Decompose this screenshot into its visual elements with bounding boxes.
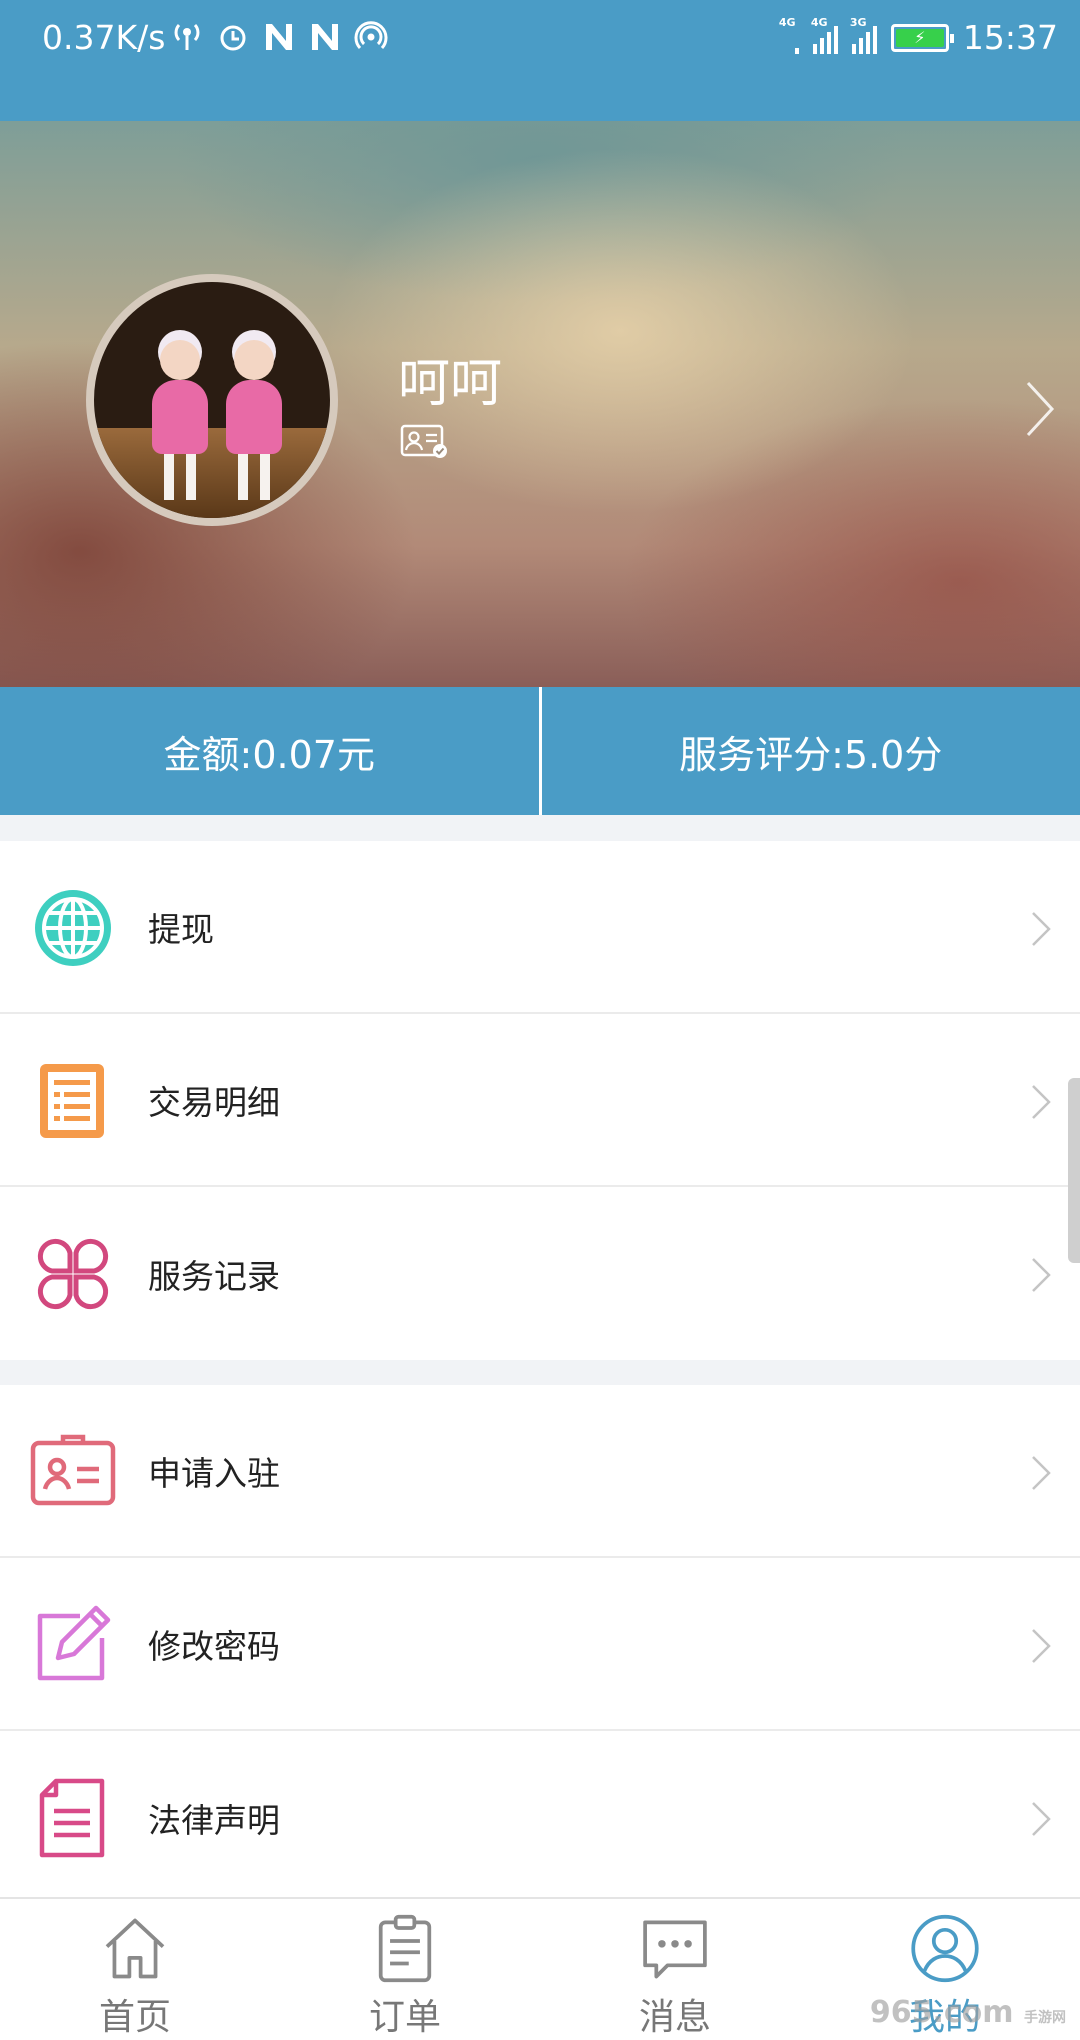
tab-profile[interactable]: 我的 965.com 手游网 [810, 1899, 1080, 2040]
menu-label: 提现 [148, 909, 214, 949]
id-card-verified-icon [400, 424, 447, 458]
hotspot-icon [174, 23, 200, 50]
tab-label: 消息 [638, 1997, 711, 2038]
network-speed: 0.37K/s [42, 18, 166, 57]
chevron-right-icon [1032, 912, 1051, 946]
signal-icon: 3G [850, 16, 877, 54]
status-bar: 0.37K/s 4G 4G 3G ⚡ 15:37 [0, 0, 1080, 121]
tab-label: 首页 [98, 1997, 171, 2038]
chevron-right-icon [1032, 1258, 1051, 1292]
tab-messages[interactable]: 消息 [540, 1899, 810, 2040]
user-profile-icon [911, 1914, 979, 1983]
order-clipboard-icon [378, 1914, 432, 1983]
chevron-right-icon [1032, 1629, 1051, 1663]
stats-bar: 金额:0.07元 服务评分:5.0分 [0, 687, 1080, 815]
menu-label: 修改密码 [148, 1626, 280, 1666]
avatar[interactable] [86, 274, 338, 526]
menu-label: 法律声明 [148, 1800, 280, 1840]
alarm-icon [220, 25, 246, 51]
legal-document-icon [39, 1778, 105, 1858]
tab-orders[interactable]: 订单 [270, 1899, 540, 2040]
document-list-icon [40, 1064, 104, 1138]
menu-item-change-password[interactable]: 修改密码 [0, 1558, 1080, 1731]
profile-header[interactable]: 呵呵 [0, 121, 1080, 687]
bottom-tab-bar: 首页 订单 消息 我的 965.com 手游网 [0, 1897, 1080, 2040]
globe-icon [35, 890, 111, 966]
signal-icon: 4G [779, 16, 799, 54]
chevron-right-icon[interactable] [1022, 379, 1058, 439]
nfc-signal-icon [354, 21, 388, 50]
menu-group-account: 提现 交易明细 服务记录 [0, 841, 1080, 1360]
home-icon [105, 1918, 165, 1979]
tab-home[interactable]: 首页 [0, 1899, 270, 2040]
status-right-icons: 4G 4G 3G ⚡ 15:37 [779, 16, 1058, 58]
chevron-right-icon [1032, 1085, 1051, 1119]
status-left-icons [170, 20, 388, 54]
id-card-icon [30, 1434, 116, 1506]
signal-icon: 4G [811, 16, 838, 54]
menu-item-apply[interactable]: 申请入驻 [0, 1385, 1080, 1558]
chevron-right-icon [1032, 1802, 1051, 1836]
message-bubble-icon [643, 1920, 707, 1979]
menu-label: 申请入驻 [148, 1453, 280, 1493]
scrollbar[interactable] [1068, 1078, 1080, 1263]
clock: 15:37 [962, 18, 1058, 57]
watermark: 965.com 手游网 [869, 1995, 1066, 2030]
edit-pencil-icon [37, 1605, 111, 1681]
balance-stat[interactable]: 金额:0.07元 [0, 687, 539, 815]
menu-group-settings: 申请入驻 修改密码 法律声明 [0, 1385, 1080, 1904]
menu-item-transactions[interactable]: 交易明细 [0, 1014, 1080, 1187]
clover-grid-icon [37, 1238, 109, 1310]
battery-icon: ⚡ [890, 23, 954, 52]
menu-label: 交易明细 [148, 1082, 280, 1122]
n-app-icon [266, 24, 292, 50]
chevron-right-icon [1032, 1456, 1051, 1490]
menu-item-withdraw[interactable]: 提现 [0, 841, 1080, 1014]
tab-label: 订单 [368, 1997, 441, 2038]
n-app-icon-2 [312, 24, 338, 50]
menu-item-legal[interactable]: 法律声明 [0, 1731, 1080, 1904]
menu-label: 服务记录 [148, 1256, 280, 1296]
menu-item-service-records[interactable]: 服务记录 [0, 1187, 1080, 1360]
rating-stat[interactable]: 服务评分:5.0分 [542, 687, 1080, 815]
user-name: 呵呵 [398, 354, 503, 414]
